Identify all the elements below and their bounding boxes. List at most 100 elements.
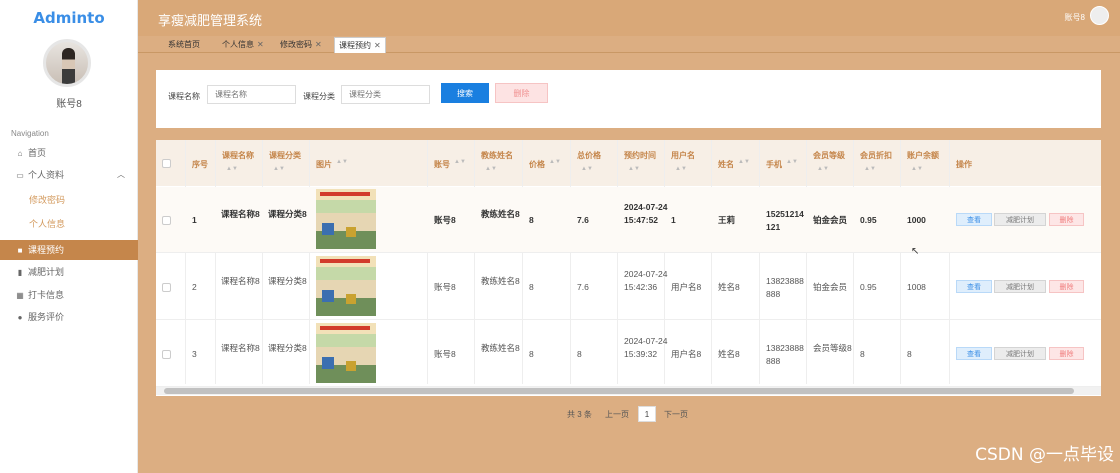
col-header-uname[interactable]: 用户名 bbox=[671, 150, 695, 161]
delete-button[interactable]: 删除 bbox=[1049, 347, 1084, 360]
col-header-balance[interactable]: 账户余额 bbox=[907, 150, 939, 161]
col-header-image[interactable]: 图片 bbox=[316, 159, 332, 170]
prev-page-link[interactable]: 上一页 bbox=[605, 409, 629, 420]
col-header-account[interactable]: 账号 bbox=[434, 159, 450, 170]
search-button[interactable]: 搜索 bbox=[441, 83, 489, 103]
cell-price: 8 bbox=[529, 349, 534, 359]
cell-coach: 教练姓名8 bbox=[481, 209, 520, 219]
sidebar-item-course-booking[interactable]: ■ 课程预约 bbox=[0, 240, 138, 260]
col-header-coach[interactable]: 教练姓名 bbox=[481, 150, 513, 161]
course-icon: ■ bbox=[17, 246, 23, 255]
sort-icon[interactable]: ▲▼ bbox=[226, 166, 238, 172]
sidebar-item-change-password[interactable]: 修改密码 bbox=[0, 190, 138, 210]
sort-icon[interactable]: ▲▼ bbox=[549, 159, 561, 165]
delete-button[interactable]: 删除 bbox=[1049, 280, 1084, 293]
grid-icon: ▦ bbox=[16, 291, 24, 300]
next-page-link[interactable]: 下一页 bbox=[664, 409, 688, 420]
home-icon: ⌂ bbox=[17, 149, 23, 158]
cell-time: 2024-07-24 15:39:32 bbox=[624, 336, 668, 359]
sort-icon[interactable]: ▲▼ bbox=[454, 159, 466, 165]
row-checkbox[interactable] bbox=[162, 216, 171, 225]
header-avatar[interactable] bbox=[1090, 6, 1109, 25]
sidebar-item-label: 个人资料 bbox=[28, 170, 65, 180]
cell-time: 2024-07-24 15:42:36 bbox=[624, 269, 668, 292]
col-header-name[interactable]: 姓名 bbox=[718, 159, 734, 170]
table-row[interactable]: 1 课程名称8 课程分类8 账号8 教练姓名8 8 7.6 2024-07-24… bbox=[156, 187, 1101, 253]
diet-plan-button[interactable]: 减肥计划 bbox=[994, 347, 1046, 360]
cell-course-name: 课程名称8 bbox=[221, 209, 260, 219]
diet-plan-button[interactable]: 减肥计划 bbox=[994, 280, 1046, 293]
col-header-course-name[interactable]: 课程名称 bbox=[222, 150, 254, 161]
tab-personal-info[interactable]: 个人信息 ✕ bbox=[218, 37, 268, 53]
sort-icon[interactable]: ▲▼ bbox=[786, 159, 798, 165]
tab-change-password[interactable]: 修改密码 ✕ bbox=[276, 37, 326, 53]
cell-balance: 8 bbox=[907, 349, 912, 359]
cell-course-type: 课程分类8 bbox=[268, 276, 307, 286]
pagination-total: 共 3 条 bbox=[567, 410, 592, 419]
sort-icon[interactable]: ▲▼ bbox=[628, 166, 640, 172]
sidebar-item-personal-info[interactable]: 个人信息 bbox=[0, 214, 138, 234]
col-header-time[interactable]: 预约时间 bbox=[624, 150, 656, 161]
tab-home[interactable]: 系统首页 bbox=[164, 37, 204, 53]
sort-icon[interactable]: ▲▼ bbox=[738, 159, 750, 165]
tab-course-booking[interactable]: 课程预约 ✕ bbox=[334, 37, 386, 53]
course-image bbox=[316, 189, 376, 249]
course-name-input[interactable] bbox=[207, 85, 296, 104]
sort-icon[interactable]: ▲▼ bbox=[336, 159, 348, 165]
col-header-discount[interactable]: 会员折扣 bbox=[860, 150, 892, 161]
row-checkbox[interactable] bbox=[162, 350, 171, 359]
col-header-phone[interactable]: 手机 bbox=[766, 159, 782, 170]
batch-delete-button[interactable]: 删除 bbox=[495, 83, 548, 103]
view-button[interactable]: 查看 bbox=[956, 347, 992, 360]
close-icon[interactable]: ✕ bbox=[315, 40, 322, 49]
profile-icon: ▭ bbox=[16, 171, 24, 180]
header-username[interactable]: 账号8 bbox=[1065, 12, 1085, 23]
col-header-course-type[interactable]: 课程分类 bbox=[269, 150, 301, 161]
cell-index: 2 bbox=[192, 282, 197, 292]
close-icon[interactable]: ✕ bbox=[374, 41, 381, 50]
col-header-total[interactable]: 总价格 bbox=[577, 150, 601, 161]
table-row[interactable]: 3 课程名称8 课程分类8 账号8 教练姓名8 8 8 2024-07-24 1… bbox=[156, 321, 1101, 387]
sidebar-item-checkin[interactable]: ▦ 打卡信息 bbox=[0, 285, 138, 305]
sidebar-item-profile[interactable]: ▭ 个人资料 ︿ bbox=[0, 165, 138, 185]
course-type-input[interactable] bbox=[341, 85, 430, 104]
sidebar-item-label: 课程预约 bbox=[28, 245, 65, 255]
row-checkbox[interactable] bbox=[162, 283, 171, 292]
sidebar-item-review[interactable]: ● 服务评价 bbox=[0, 307, 138, 327]
cell-level: 会员等级8 bbox=[813, 343, 852, 353]
view-button[interactable]: 查看 bbox=[956, 213, 992, 226]
cell-course-name: 课程名称8 bbox=[221, 343, 260, 353]
sidebar: Adminto 账号8 Navigation ⌂ 首页 ▭ 个人资料 ︿ 修改密码 个… bbox=[0, 0, 138, 473]
sort-icon[interactable]: ▲▼ bbox=[817, 166, 829, 172]
cell-discount: 0.95 bbox=[860, 282, 877, 292]
cell-course-name: 课程名称8 bbox=[221, 276, 260, 286]
horizontal-scrollbar[interactable] bbox=[156, 387, 1101, 395]
delete-button[interactable]: 删除 bbox=[1049, 213, 1084, 226]
view-button[interactable]: 查看 bbox=[956, 280, 992, 293]
table-row[interactable]: 2 课程名称8 课程分类8 账号8 教练姓名8 8 7.6 2024-07-24… bbox=[156, 254, 1101, 320]
scrollbar-thumb[interactable] bbox=[164, 388, 1074, 394]
sidebar-item-diet-plan[interactable]: ▮ 减肥计划 bbox=[0, 262, 138, 282]
avatar bbox=[43, 39, 91, 87]
cell-level: 铂金会员 bbox=[813, 215, 848, 225]
page-number[interactable]: 1 bbox=[638, 406, 656, 422]
close-icon[interactable]: ✕ bbox=[257, 40, 264, 49]
sort-icon[interactable]: ▲▼ bbox=[864, 166, 876, 172]
course-image bbox=[316, 256, 376, 316]
sidebar-item-home[interactable]: ⌂ 首页 bbox=[0, 143, 138, 163]
top-header: 享瘦减肥管理系统 账号8 bbox=[138, 0, 1120, 36]
sort-icon[interactable]: ▲▼ bbox=[911, 166, 923, 172]
sort-icon[interactable]: ▲▼ bbox=[485, 166, 497, 172]
col-header-level[interactable]: 会员等级 bbox=[813, 150, 845, 161]
sidebar-username: 账号8 bbox=[56, 99, 82, 110]
diet-plan-button[interactable]: 减肥计划 bbox=[994, 213, 1046, 226]
cell-level: 铂金会员 bbox=[813, 282, 848, 292]
cell-time: 2024-07-24 15:47:52 bbox=[624, 202, 668, 225]
select-all-checkbox[interactable] bbox=[162, 159, 171, 168]
sort-icon[interactable]: ▲▼ bbox=[675, 166, 687, 172]
col-header-price[interactable]: 价格 bbox=[529, 159, 545, 170]
sort-icon[interactable]: ▲▼ bbox=[581, 166, 593, 172]
app-logo: Adminto bbox=[33, 9, 105, 27]
col-header-index: 序号 bbox=[192, 160, 208, 169]
sort-icon[interactable]: ▲▼ bbox=[273, 166, 285, 172]
